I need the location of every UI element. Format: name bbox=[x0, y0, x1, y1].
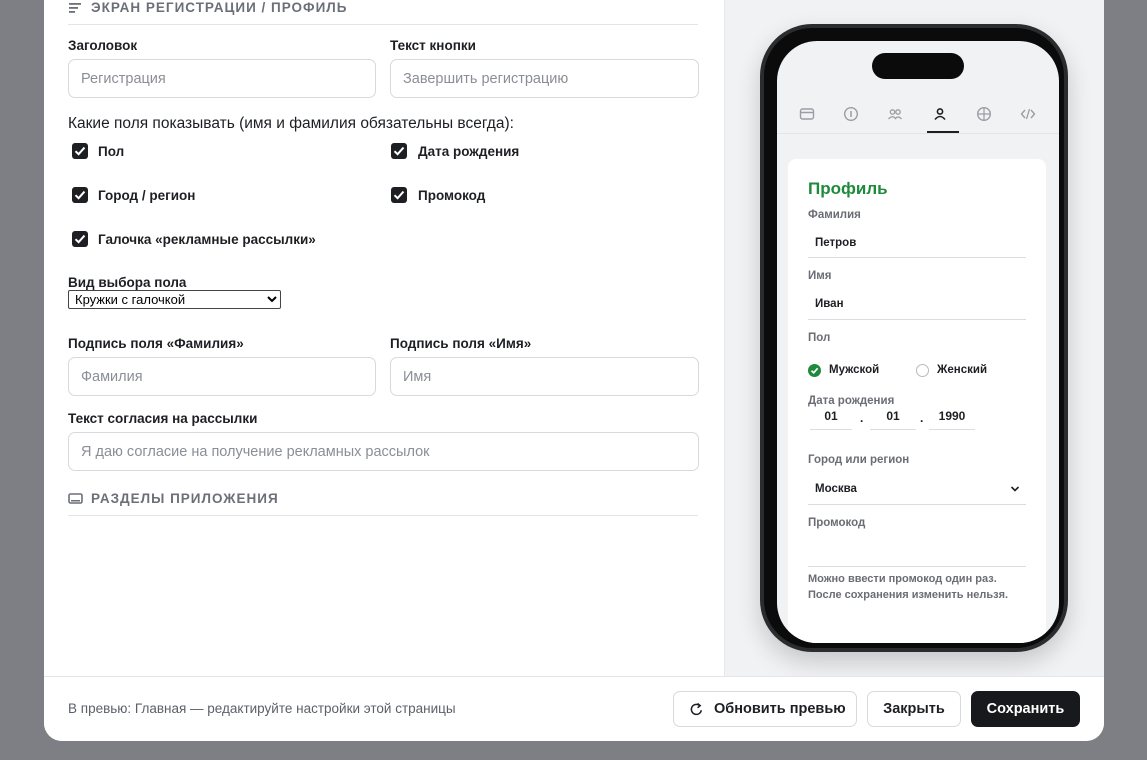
promo-field-label: Промокод bbox=[808, 517, 866, 529]
profile-card: Профиль Фамилия Петров Имя Иван Пол Мужс… bbox=[788, 159, 1046, 643]
checkmark-icon bbox=[393, 146, 405, 156]
gender-field-label: Пол bbox=[808, 332, 831, 344]
field-underline bbox=[808, 504, 1026, 505]
section-header-app-sections: РАЗДЕЛЫ ПРИЛОЖЕНИЯ bbox=[68, 491, 698, 516]
target-icon[interactable] bbox=[976, 106, 992, 122]
lastname-field-label: Фамилия bbox=[808, 209, 861, 221]
checkbox-label: Промокод bbox=[418, 188, 486, 203]
profile-icon[interactable] bbox=[932, 106, 948, 122]
lastname-caption-label: Подпись поля «Фамилия» bbox=[68, 336, 244, 351]
birth-day-field[interactable]: 01 bbox=[810, 407, 852, 430]
users-icon[interactable] bbox=[887, 106, 903, 122]
city-field-label: Город или регион bbox=[808, 454, 910, 466]
firstname-field-label: Имя bbox=[808, 270, 832, 282]
button-text-input[interactable] bbox=[390, 59, 699, 98]
checkmark-icon bbox=[74, 190, 86, 200]
device-icon bbox=[68, 493, 83, 504]
active-tab-indicator bbox=[927, 131, 959, 133]
gender-select-label: Вид выбора пола bbox=[68, 275, 187, 290]
lastname-field-value[interactable]: Петров bbox=[815, 237, 856, 249]
checkbox-label: Пол bbox=[98, 144, 125, 159]
checkbox-promo[interactable] bbox=[391, 187, 407, 203]
radio-female-label: Женский bbox=[937, 364, 988, 376]
field-underline bbox=[808, 257, 1026, 258]
birth-month-field[interactable]: 01 bbox=[870, 407, 916, 430]
consent-input[interactable] bbox=[68, 432, 699, 471]
phone-bezel: Профиль Фамилия Петров Имя Иван Пол Мужс… bbox=[764, 28, 1064, 648]
chevron-down-icon[interactable] bbox=[1010, 485, 1020, 493]
card-icon[interactable] bbox=[799, 106, 815, 122]
dynamic-island bbox=[872, 53, 964, 79]
title-label: Заголовок bbox=[68, 38, 138, 53]
lastname-caption-input[interactable] bbox=[68, 357, 376, 396]
date-separator: . bbox=[860, 411, 864, 425]
radio-male-label: Мужской bbox=[829, 364, 880, 376]
checkmark-icon bbox=[393, 190, 405, 200]
close-button[interactable]: Закрыть bbox=[867, 691, 961, 727]
checkmark-icon bbox=[810, 367, 819, 375]
gender-select[interactable]: Кружки с галочкой bbox=[68, 290, 281, 309]
checkbox-label: Город / регион bbox=[98, 188, 196, 203]
preview-tab-bar bbox=[777, 99, 1059, 134]
checkbox-gender[interactable] bbox=[72, 143, 88, 159]
button-text-label: Текст кнопки bbox=[390, 38, 476, 53]
firstname-caption-label: Подпись поля «Имя» bbox=[390, 336, 532, 351]
card-title: Профиль bbox=[808, 179, 888, 198]
birthdate-field-label: Дата рождения bbox=[808, 395, 895, 407]
close-label: Закрыть bbox=[883, 701, 945, 717]
section-title: ЭКРАН РЕГИСТРАЦИИ / ПРОФИЛЬ bbox=[91, 0, 348, 15]
save-label: Сохранить bbox=[986, 701, 1065, 717]
date-separator: . bbox=[920, 411, 924, 425]
radio-female[interactable] bbox=[916, 364, 929, 377]
consent-label: Текст согласия на рассылки bbox=[68, 411, 258, 426]
settings-panel: ЭКРАН РЕГИСТРАЦИИ / ПРОФИЛЬ Заголовок Те… bbox=[44, 0, 724, 676]
section-header-profile: ЭКРАН РЕГИСТРАЦИИ / ПРОФИЛЬ bbox=[68, 0, 698, 25]
title-input[interactable] bbox=[68, 59, 376, 98]
footer-status: В превью: Главная — редактируйте настрой… bbox=[68, 701, 456, 716]
city-select-value[interactable]: Москва bbox=[815, 483, 857, 495]
birth-year-field[interactable]: 1990 bbox=[929, 407, 975, 430]
checkbox-label: Дата рождения bbox=[418, 144, 520, 159]
firstname-caption-input[interactable] bbox=[390, 357, 699, 396]
phone-preview: Профиль Фамилия Петров Имя Иван Пол Мужс… bbox=[760, 24, 1068, 652]
refresh-label: Обновить превью bbox=[714, 701, 846, 717]
refresh-preview-button[interactable]: Обновить превью bbox=[673, 691, 857, 727]
text-align-icon bbox=[69, 3, 81, 13]
promo-hint: Можно ввести промокод один раз. После со… bbox=[808, 573, 1009, 601]
section-title: РАЗДЕЛЫ ПРИЛОЖЕНИЯ bbox=[91, 491, 279, 506]
checkbox-city[interactable] bbox=[72, 187, 88, 203]
checkbox-ads[interactable] bbox=[72, 231, 88, 247]
field-underline bbox=[808, 319, 1026, 320]
checkmark-icon bbox=[74, 234, 86, 244]
info-icon[interactable] bbox=[843, 106, 859, 122]
firstname-field-value[interactable]: Иван bbox=[815, 298, 844, 310]
fields-question: Какие поля показывать (имя и фамилия обя… bbox=[68, 115, 514, 132]
save-button[interactable]: Сохранить bbox=[971, 691, 1080, 727]
settings-modal: ЭКРАН РЕГИСТРАЦИИ / ПРОФИЛЬ Заголовок Те… bbox=[44, 0, 1104, 741]
checkmark-icon bbox=[74, 146, 86, 156]
refresh-icon bbox=[690, 702, 703, 716]
radio-male[interactable] bbox=[808, 364, 821, 377]
phone-screen: Профиль Фамилия Петров Имя Иван Пол Мужс… bbox=[777, 41, 1059, 643]
checkbox-birthdate[interactable] bbox=[391, 143, 407, 159]
modal-footer: В превью: Главная — редактируйте настрой… bbox=[44, 676, 1104, 741]
code-icon[interactable] bbox=[1020, 106, 1036, 122]
checkbox-label: Галочка «рекламные рассылки» bbox=[98, 232, 316, 247]
promo-field-underline[interactable] bbox=[808, 566, 1026, 567]
